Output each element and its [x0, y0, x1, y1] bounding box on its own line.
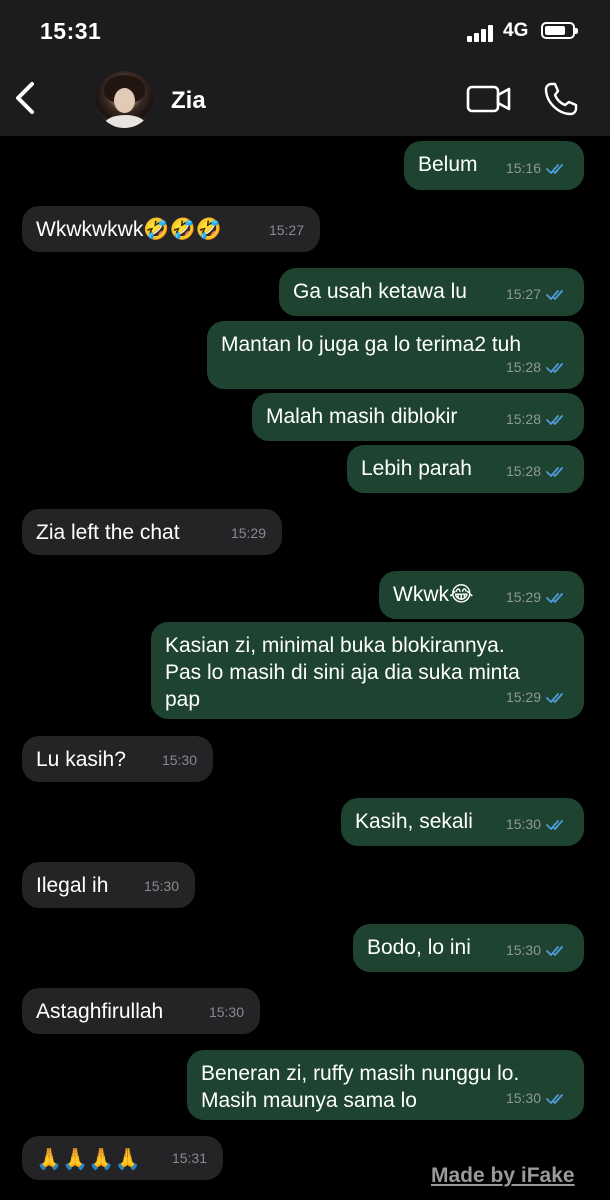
message-time: 15:30: [161, 752, 197, 768]
message-time: 15:30: [505, 816, 541, 832]
video-camera-icon: [466, 85, 511, 113]
message-time: 15:31: [171, 1150, 207, 1166]
message-bubble-incoming[interactable]: Astaghfirullah 15:30: [22, 988, 260, 1034]
contact-name[interactable]: Zia: [171, 87, 206, 115]
double-check-icon: [546, 163, 563, 174]
double-check-icon: [546, 692, 563, 703]
avatar[interactable]: [96, 71, 153, 128]
chevron-left-icon: [16, 82, 34, 114]
message-bubble-outgoing[interactable]: Ga usah ketawa lu 15:27: [279, 268, 584, 316]
double-check-icon: [546, 362, 563, 373]
message-bubble-incoming[interactable]: Wkwkwkwk🤣🤣🤣 15:27: [22, 206, 320, 252]
voice-call-button[interactable]: [543, 81, 579, 117]
phone-icon: [544, 82, 578, 116]
message-time: 15:27: [268, 222, 304, 238]
watermark: Made by iFake: [431, 1164, 575, 1187]
message-bubble-incoming[interactable]: Lu kasih? 15:30: [22, 736, 213, 782]
message-bubble-outgoing[interactable]: Beneran zi, ruffy masih nunggu lo. Masih…: [187, 1050, 584, 1120]
message-time: 15:27: [505, 286, 541, 302]
message-time: 15:30: [505, 1090, 541, 1106]
video-call-button[interactable]: [466, 84, 512, 114]
message-time: 15:30: [208, 1004, 244, 1020]
message-text: Wkwkwkwk🤣🤣🤣: [36, 218, 222, 241]
message-bubble-incoming[interactable]: 🙏🙏🙏🙏 15:31: [22, 1136, 223, 1180]
message-bubble-incoming[interactable]: Zia left the chat 15:29: [22, 509, 282, 555]
message-time: 15:29: [505, 589, 541, 605]
message-time: 15:29: [230, 525, 266, 541]
message-bubble-outgoing[interactable]: Belum 15:16: [404, 141, 584, 190]
message-time: 15:28: [505, 359, 541, 375]
message-bubble-outgoing[interactable]: Bodo, lo ini 15:30: [353, 924, 584, 972]
signal-icon: [467, 24, 495, 42]
message-time: 15:28: [505, 411, 541, 427]
status-time: 15:31: [40, 18, 102, 44]
message-time: 15:30: [143, 878, 179, 894]
double-check-icon: [546, 466, 563, 477]
double-check-icon: [546, 592, 563, 603]
back-button[interactable]: [10, 78, 44, 118]
message-time: 15:30: [505, 942, 541, 958]
message-bubble-outgoing[interactable]: Malah masih diblokir 15:28: [252, 393, 584, 441]
message-time: 15:16: [505, 160, 541, 176]
double-check-icon: [546, 289, 563, 300]
status-bar: 15:31 4G: [0, 0, 610, 62]
message-bubble-outgoing[interactable]: Kasih, sekali 15:30: [341, 798, 584, 846]
chat-header: Zia: [0, 62, 610, 136]
message-bubble-outgoing[interactable]: Lebih parah 15:28: [347, 445, 584, 493]
message-bubble-outgoing[interactable]: Mantan lo juga ga lo terima2 tuh 15:28: [207, 321, 584, 389]
double-check-icon: [546, 414, 563, 425]
message-time: 15:28: [505, 463, 541, 479]
double-check-icon: [546, 1093, 563, 1104]
battery-icon: [541, 22, 578, 39]
message-bubble-incoming[interactable]: Ilegal ih 15:30: [22, 862, 195, 908]
message-bubble-outgoing[interactable]: Kasian zi, minimal buka blokirannya. Pas…: [151, 622, 584, 719]
network-type: 4G: [503, 20, 529, 41]
message-bubble-outgoing[interactable]: Wkwk😂 15:29: [379, 571, 584, 619]
double-check-icon: [546, 819, 563, 830]
message-time: 15:29: [505, 689, 541, 705]
double-check-icon: [546, 945, 563, 956]
